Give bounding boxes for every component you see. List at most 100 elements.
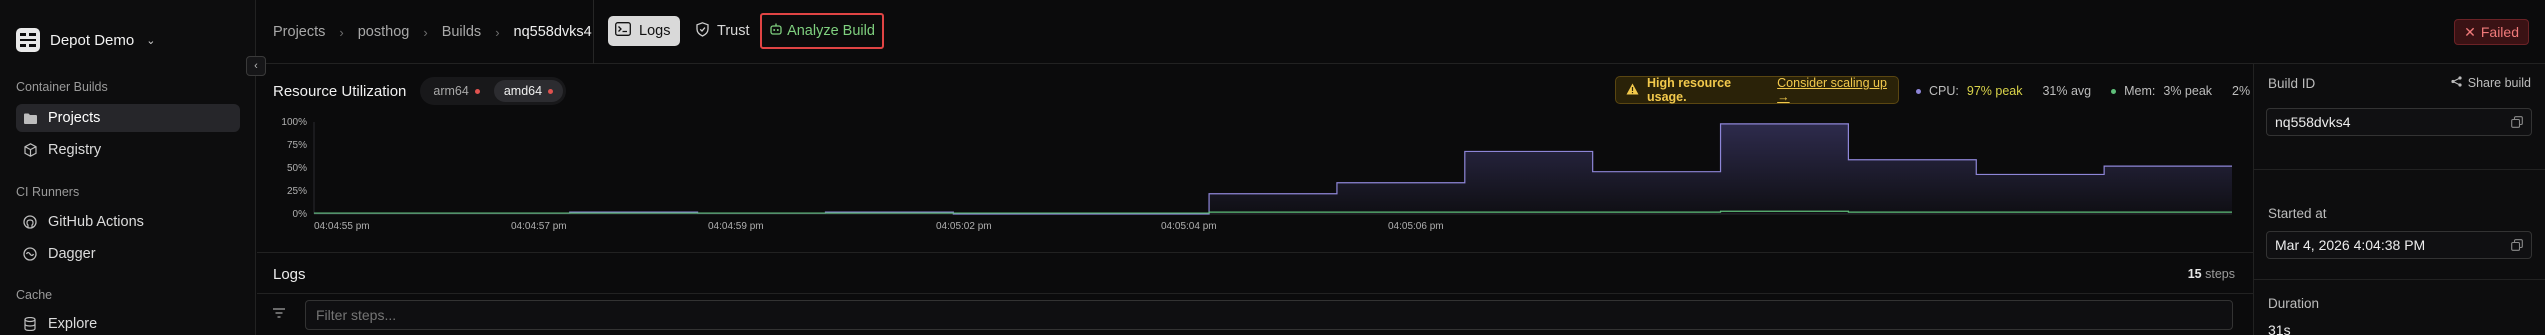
shield-icon	[696, 21, 709, 41]
cpu-area	[314, 123, 2232, 214]
database-icon	[22, 316, 38, 332]
steps-count-value: 15	[2187, 267, 2202, 281]
y-tick-label: 25%	[287, 186, 307, 197]
status-badge: ✕ Failed	[2454, 19, 2529, 45]
sidebar-item-label: GitHub Actions	[48, 214, 144, 230]
warning-text: High resource usage.	[1647, 76, 1732, 104]
share-icon	[2451, 76, 2462, 90]
tab-trust-label: Trust	[717, 23, 750, 39]
sidebar-item-label: Projects	[48, 110, 101, 126]
tab-logs-label: Logs	[639, 23, 671, 39]
copy-icon[interactable]	[2511, 116, 2523, 128]
sparkle-robot-icon	[769, 22, 783, 40]
sidebar-item-projects[interactable]: Projects	[16, 104, 240, 132]
divider	[257, 252, 2253, 253]
steps-count-label: steps	[2205, 267, 2235, 281]
arch-toggle: arm64 amd64	[420, 77, 567, 105]
arch-label: amd64	[503, 84, 543, 98]
tab-trust[interactable]: Trust	[689, 16, 759, 46]
error-dot	[548, 88, 554, 94]
resource-header: Resource Utilization arm64 amd64	[273, 77, 567, 105]
folder-icon	[22, 110, 38, 126]
duration-label: Duration	[2268, 296, 2320, 311]
x-tick-label: 04:04:57 pm	[511, 221, 567, 232]
github-icon	[22, 214, 38, 230]
sidebar: Depot Demo ⌄ Container Builds Projects R…	[0, 0, 256, 335]
breadcrumb-builds[interactable]: Builds	[442, 24, 482, 40]
steps-count: 15 steps	[2188, 267, 2235, 281]
y-tick-label: 75%	[287, 140, 307, 151]
x-icon: ✕	[2464, 23, 2476, 40]
filter-icon	[271, 305, 287, 321]
depot-logo-icon	[16, 28, 40, 52]
top-bar: Projects › posthog › Builds › nq558dvks4…	[257, 0, 2545, 64]
mem-label: Mem:	[2124, 84, 2156, 98]
build-id-value: nq558dvks4	[2275, 114, 2351, 130]
cpu-peak: 97% peak	[1966, 84, 2023, 98]
analyze-build-button[interactable]: Analyze Build	[760, 13, 884, 49]
filter-steps-input[interactable]	[305, 300, 2233, 330]
scale-up-link[interactable]: Consider scaling up →	[1777, 76, 1898, 104]
cube-icon	[22, 142, 38, 158]
sidebar-item-label: Explore	[48, 316, 98, 332]
org-name: Depot Demo	[50, 31, 135, 49]
started-at-field[interactable]: Mar 4, 2026 4:04:38 PM	[2266, 231, 2532, 259]
logs-title: Logs	[273, 266, 306, 283]
x-tick-label: 04:04:55 pm	[314, 221, 370, 232]
resource-title: Resource Utilization	[273, 82, 407, 100]
divider	[2254, 169, 2545, 170]
arch-arm64[interactable]: arm64	[423, 80, 489, 102]
y-tick-label: 100%	[281, 117, 307, 128]
sidebar-item-dagger[interactable]: Dagger	[16, 240, 240, 268]
org-switcher[interactable]: Depot Demo ⌄	[16, 28, 155, 52]
share-build-button[interactable]: Share build	[2451, 76, 2531, 90]
breadcrumb: Projects › posthog › Builds › nq558dvks4	[273, 22, 592, 42]
section-title-cache: Cache	[16, 288, 53, 302]
chevron-right-icon: ›	[495, 24, 500, 40]
started-at-label: Started at	[2268, 206, 2327, 221]
copy-icon[interactable]	[2511, 239, 2523, 251]
mem-legend-dot	[2111, 88, 2117, 94]
breadcrumb-project[interactable]: posthog	[358, 24, 410, 40]
divider	[257, 293, 2253, 294]
resource-warning: High resource usage. Consider scaling up…	[1615, 76, 1899, 104]
arch-amd64[interactable]: amd64	[493, 80, 564, 102]
duration-value: 31s	[2268, 322, 2291, 335]
warning-icon	[1626, 83, 1639, 98]
section-title-container-builds: Container Builds	[16, 80, 108, 94]
dagger-icon	[22, 246, 38, 262]
chevron-right-icon: ›	[339, 24, 344, 40]
chevron-left-icon: ‹	[254, 60, 258, 72]
breadcrumb-projects[interactable]: Projects	[273, 24, 325, 40]
arch-label: arm64	[433, 84, 469, 98]
error-dot	[474, 88, 480, 94]
x-tick-label: 04:05:04 pm	[1161, 221, 1217, 232]
build-details-panel: Build ID Share build nq558dvks4 Started …	[2253, 64, 2545, 335]
x-tick-label: 04:04:59 pm	[708, 221, 764, 232]
build-id-label: Build ID	[2268, 76, 2316, 91]
resource-stats: CPU: 97% peak 31% avg Mem: 3% peak 2% av…	[1916, 82, 2274, 100]
x-tick-label: 04:05:02 pm	[936, 221, 992, 232]
sidebar-item-registry[interactable]: Registry	[16, 136, 240, 164]
logs-icon	[615, 22, 631, 40]
sidebar-item-label: Dagger	[48, 246, 96, 262]
resource-chart-svg: 100% 75% 50% 25% 0% 04:04:55 pm 04:04:57 pm 04:…	[281, 117, 2232, 232]
tab-logs[interactable]: Logs	[608, 16, 680, 46]
divider	[593, 0, 594, 64]
chevron-right-icon: ›	[423, 24, 428, 40]
sidebar-item-github-actions[interactable]: GitHub Actions	[16, 208, 240, 236]
status-label: Failed	[2480, 24, 2519, 40]
section-title-ci-runners: CI Runners	[16, 185, 80, 199]
y-tick-label: 0%	[293, 209, 308, 220]
breadcrumb-build-id: nq558dvks4	[513, 24, 592, 40]
x-tick-label: 04:05:06 pm	[1388, 221, 1444, 232]
y-tick-label: 50%	[287, 163, 307, 174]
mem-peak: 3% peak	[2163, 84, 2213, 98]
collapse-sidebar-button[interactable]: ‹	[246, 56, 266, 76]
resource-chart: 100% 75% 50% 25% 0% 04:04:55 pm 04:04:57 pm 04:…	[257, 108, 2253, 248]
build-id-field[interactable]: nq558dvks4	[2266, 108, 2532, 136]
started-at-value: Mar 4, 2026 4:04:38 PM	[2275, 237, 2426, 253]
sidebar-item-explore[interactable]: Explore	[16, 310, 240, 335]
cpu-avg: 31% avg	[2042, 84, 2092, 98]
analyze-build-label: Analyze Build	[787, 23, 875, 39]
